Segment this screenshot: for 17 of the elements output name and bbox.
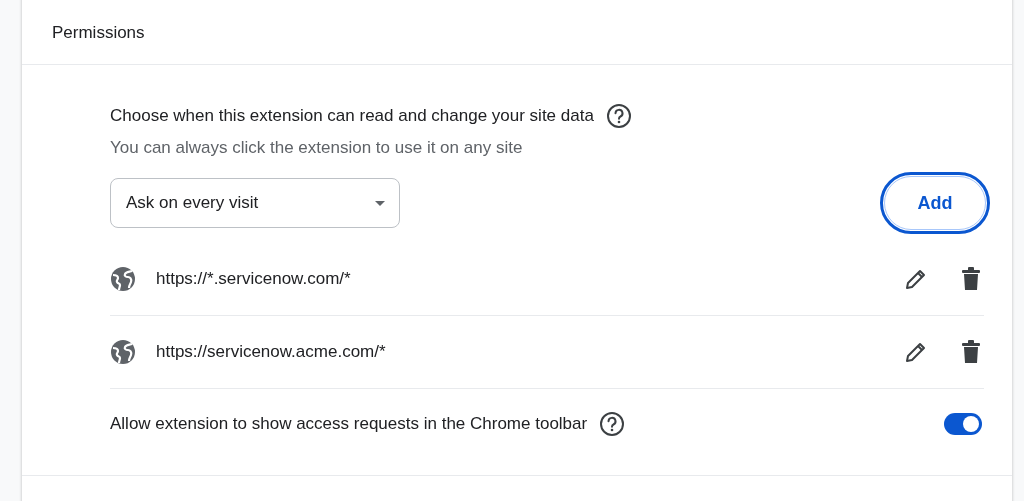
globe-icon [110,339,136,365]
help-icon[interactable] [605,103,632,129]
toolbar-setting-label: Allow extension to show access requests in the Chrome toolbar [110,414,588,434]
delete-icon[interactable] [962,340,980,364]
edit-icon[interactable] [904,267,928,291]
site-url: https://*.servicenow.com/* [156,269,352,289]
site-access-dropdown[interactable]: Ask on every visit [110,178,400,228]
delete-icon[interactable] [962,267,980,291]
edit-icon[interactable] [904,340,928,364]
help-icon[interactable] [599,411,626,437]
globe-icon [110,266,136,292]
site-url: https://servicenow.acme.com/* [156,342,387,362]
site-access-heading: Choose when this extension can read and change your site data [110,106,594,126]
dropdown-caret-icon [375,200,385,206]
section-title: Permissions [52,23,145,42]
site-access-description: You can always click the extension to use it on any site [110,138,524,158]
toggle-switch[interactable] [944,413,982,435]
